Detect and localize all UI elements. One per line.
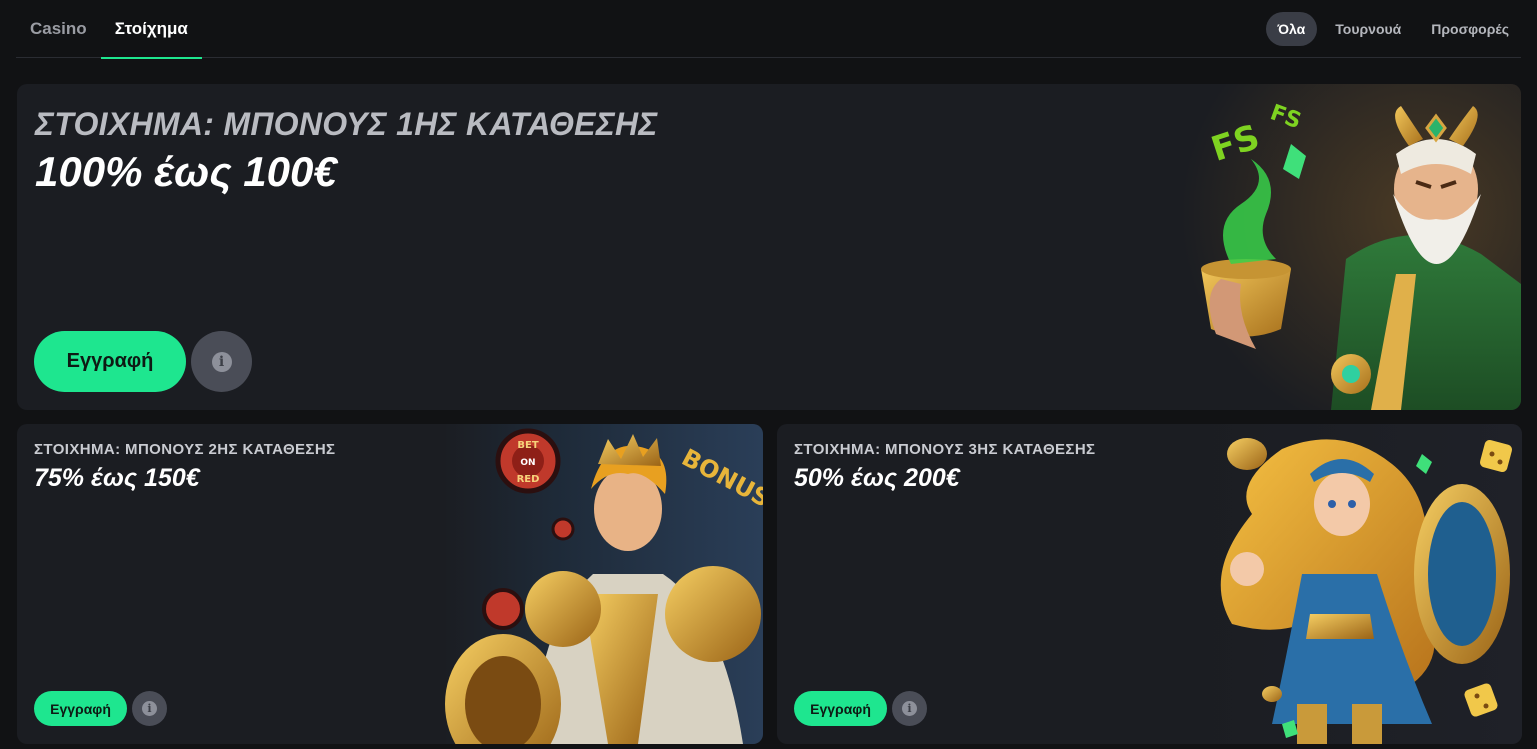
filter-tournaments[interactable]: Τουρνουά <box>1323 12 1413 46</box>
tab-sports-betting[interactable]: Στοίχημα <box>100 0 202 59</box>
svg-text:BET: BET <box>517 440 538 451</box>
promo-kicker: ΣΤΟΙΧΗΜΑ: ΜΠΟΝΟΥΣ 2ΗΣ ΚΑΤΑΘΕΣΗΣ <box>34 441 336 458</box>
signup-button[interactable]: Εγγραφή <box>794 691 887 726</box>
warrior-girl-illustration <box>1192 424 1522 744</box>
promotions-page: Casino Στοίχημα Όλα Τουρνουά Προσφορές F… <box>0 0 1537 749</box>
main-tabs: Casino Στοίχημα <box>16 0 202 59</box>
filter-all[interactable]: Όλα <box>1265 12 1318 46</box>
promo-kicker: ΣΤΟΙΧΗΜΑ: ΜΠΟΝΟΥΣ 1ΗΣ ΚΑΤΑΘΕΣΗΣ <box>35 106 658 142</box>
info-icon: i <box>142 701 157 716</box>
knight-illustration: BET ON RED BONUS <box>443 424 763 744</box>
info-button[interactable]: i <box>892 691 927 726</box>
top-navigation: Casino Στοίχημα Όλα Τουρνουά Προσφορές <box>16 0 1521 59</box>
svg-text:RED: RED <box>517 474 540 485</box>
svg-text:ON: ON <box>520 458 535 468</box>
signup-button[interactable]: Εγγραφή <box>34 691 127 726</box>
filter-tabs: Όλα Τουρνουά Προσφορές <box>1265 12 1521 46</box>
promo-headline: 100% έως 100€ <box>35 148 337 195</box>
info-icon: i <box>211 351 232 372</box>
promo-card-second-deposit: BET ON RED BONUS ΣΤΟΙΧΗΜΑ: ΜΠΟΝΟΥΣ 2ΗΣ Κ… <box>17 424 763 744</box>
tab-casino[interactable]: Casino <box>16 0 101 58</box>
info-button[interactable]: i <box>191 331 252 392</box>
info-icon: i <box>902 701 917 716</box>
promo-kicker: ΣΤΟΙΧΗΜΑ: ΜΠΟΝΟΥΣ 3ΗΣ ΚΑΤΑΘΕΣΗΣ <box>794 441 1096 458</box>
signup-button[interactable]: Εγγραφή <box>34 331 186 392</box>
promo-card-third-deposit: ΣΤΟΙΧΗΜΑ: ΜΠΟΝΟΥΣ 3ΗΣ ΚΑΤΑΘΕΣΗΣ 50% έως … <box>777 424 1522 744</box>
info-button[interactable]: i <box>132 691 167 726</box>
promo-headline: 50% έως 200€ <box>794 464 960 492</box>
filter-offers[interactable]: Προσφορές <box>1419 12 1521 46</box>
promo-headline: 75% έως 150€ <box>34 464 200 492</box>
wizard-illustration: FS FS <box>1181 84 1521 410</box>
promo-card-first-deposit: FS FS ΣΤΟΙΧΗΜΑ: ΜΠΟΝΟΥΣ 1ΗΣ ΚΑΤΑΘΕΣΗΣ 10… <box>17 84 1521 410</box>
